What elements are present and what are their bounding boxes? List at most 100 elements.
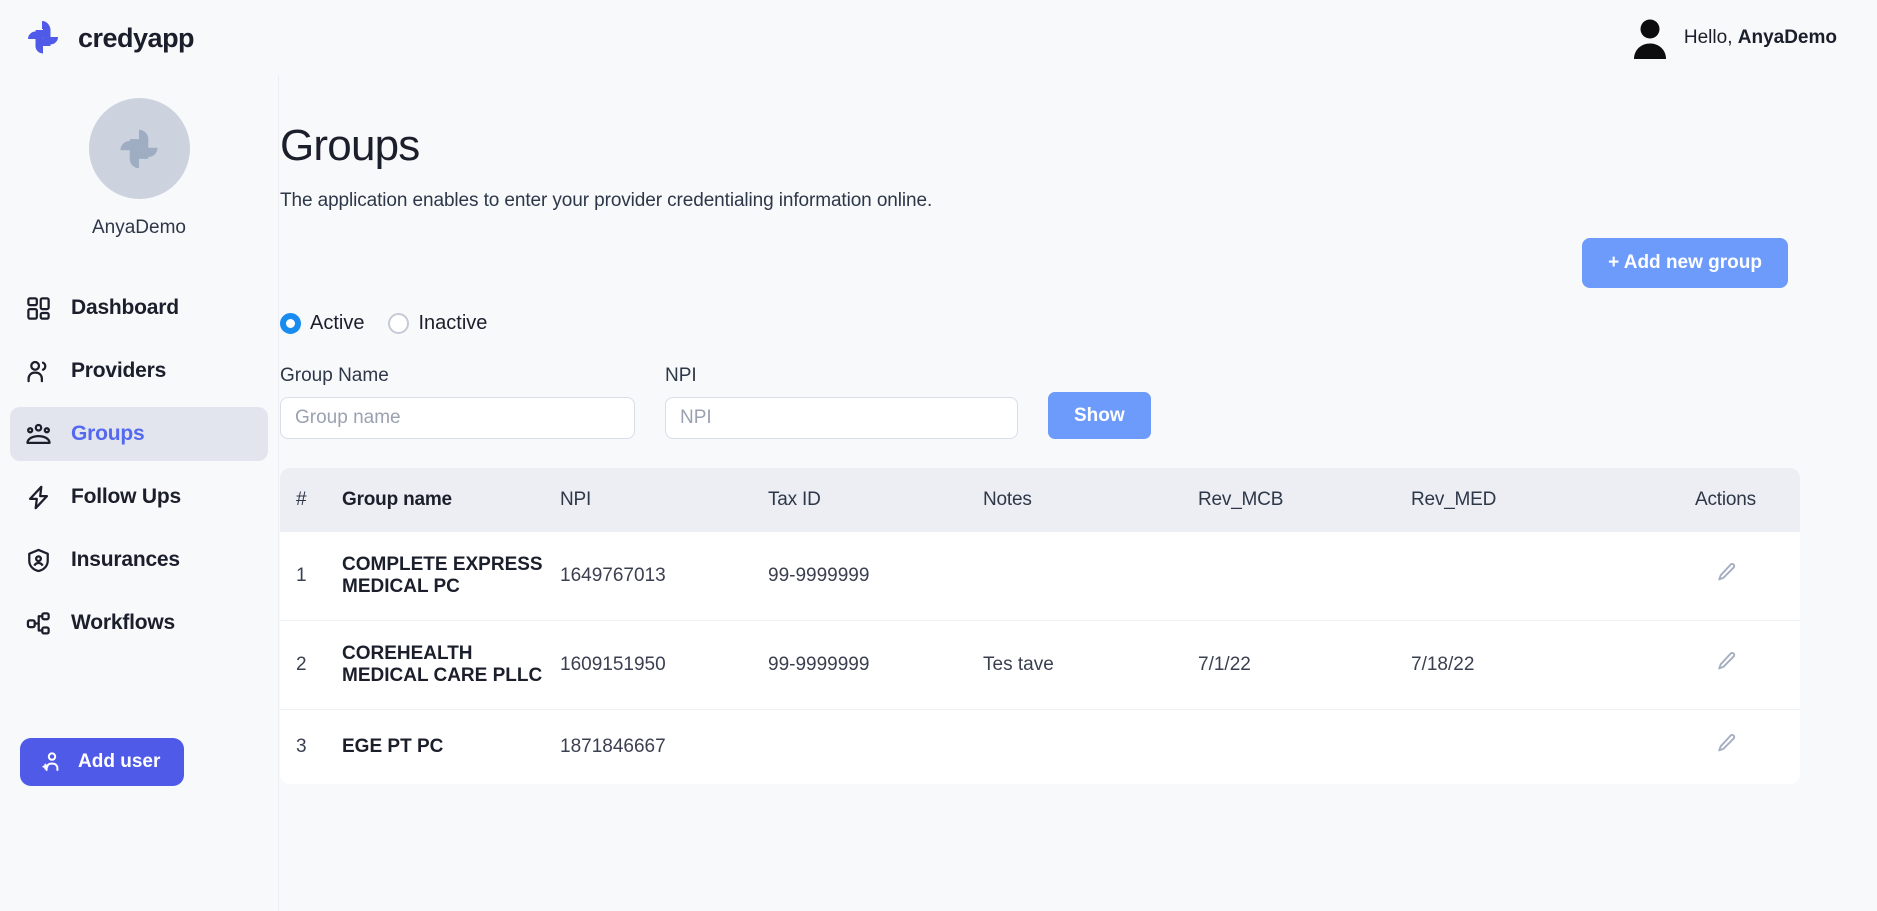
table-body: 1 COMPLETE EXPRESS MEDICAL PC 1649767013… (280, 532, 1800, 784)
cell-notes: Tes tave (983, 620, 1198, 710)
col-actions: Actions (1651, 468, 1800, 532)
user-greeting[interactable]: Hello, AnyaDemo (1632, 17, 1877, 59)
cell-index: 1 (280, 532, 342, 621)
sidebar-item-label: Workflows (71, 611, 175, 634)
greeting-username: AnyaDemo (1737, 27, 1837, 48)
cell-actions (1651, 620, 1800, 710)
show-button[interactable]: Show (1048, 392, 1151, 439)
sidebar-item-providers[interactable]: Providers (10, 344, 268, 398)
cell-tax-id: 99-9999999 (768, 620, 983, 710)
table-head: # Group name NPI Tax ID Notes Rev_MCB Re… (280, 468, 1800, 532)
cell-group-name: COMPLETE EXPRESS MEDICAL PC (342, 532, 560, 621)
cell-index: 3 (280, 709, 342, 784)
lightning-bolt-icon (25, 484, 52, 511)
col-rev-mcb: Rev_MCB (1198, 468, 1411, 532)
npi-field-wrapper: NPI (665, 365, 1018, 439)
add-user-label: Add user (78, 751, 161, 772)
avatar[interactable] (88, 98, 190, 199)
cell-tax-id: 99-9999999 (768, 532, 983, 621)
credyapp-pinwheel-logo-icon (22, 17, 64, 59)
cell-rev-mcb (1198, 709, 1411, 784)
user-avatar-icon (1632, 17, 1668, 59)
col-rev-med: Rev_MED (1411, 468, 1651, 532)
sidebar-item-label: Follow Ups (71, 485, 181, 508)
add-new-group-row: + Add new group (280, 238, 1833, 288)
top-bar: credyapp Hello, AnyaDemo (0, 0, 1877, 76)
sidebar-item-workflows[interactable]: Workflows (10, 596, 268, 650)
cell-group-name: EGE PT PC (342, 709, 560, 784)
cell-npi: 1649767013 (560, 532, 768, 621)
shield-user-icon (25, 547, 52, 574)
cell-actions (1651, 709, 1800, 784)
sidebar-item-groups[interactable]: Groups (10, 407, 268, 461)
group-name-input[interactable] (280, 397, 635, 439)
sidebar-item-dashboard[interactable]: Dashboard (10, 281, 268, 335)
users-icon (25, 358, 52, 385)
groups-table: # Group name NPI Tax ID Notes Rev_MCB Re… (280, 468, 1800, 784)
greeting-text: Hello, AnyaDemo (1684, 27, 1837, 49)
radio-inactive[interactable]: Inactive (388, 312, 487, 335)
add-user-button[interactable]: Add user (20, 738, 185, 786)
edit-pencil-icon[interactable] (1714, 561, 1738, 585)
cell-rev-mcb (1198, 532, 1411, 621)
table-row: 2 COREHEALTH MEDICAL CARE PLLC 160915195… (280, 620, 1800, 710)
cell-notes (983, 532, 1198, 621)
col-tax-id: Tax ID (768, 468, 983, 532)
cell-rev-mcb: 7/1/22 (1198, 620, 1411, 710)
col-group-name: Group name (342, 468, 560, 532)
sidebar-item-label: Groups (71, 422, 145, 445)
grid-dashboard-icon (25, 295, 52, 322)
cell-npi: 1609151950 (560, 620, 768, 710)
sidebar-item-insurances[interactable]: Insurances (10, 533, 268, 587)
groups-table-card: # Group name NPI Tax ID Notes Rev_MCB Re… (280, 468, 1800, 784)
table-header-row: # Group name NPI Tax ID Notes Rev_MCB Re… (280, 468, 1800, 532)
table-row: 3 EGE PT PC 1871846667 (280, 709, 1800, 784)
main-content: Groups The application enables to enter … (280, 76, 1877, 911)
cell-group-name: COREHEALTH MEDICAL CARE PLLC (342, 620, 560, 710)
sidebar-profile: AnyaDemo (0, 76, 278, 239)
sidebar-item-label: Providers (71, 359, 167, 382)
cell-rev-med: 7/18/22 (1411, 620, 1651, 710)
brand-name: credyapp (78, 22, 195, 53)
npi-input[interactable] (665, 397, 1018, 439)
sidebar: AnyaDemo Dashboard Providers Groups Foll… (0, 76, 279, 911)
sidebar-username: AnyaDemo (92, 217, 186, 238)
cell-notes (983, 709, 1198, 784)
radio-inactive-label: Inactive (418, 312, 488, 334)
add-user-wrapper: Add user (20, 738, 185, 786)
table-row: 1 COMPLETE EXPRESS MEDICAL PC 1649767013… (280, 532, 1800, 621)
col-npi: NPI (560, 468, 768, 532)
radio-mark-icon (280, 313, 301, 334)
cell-index: 2 (280, 620, 342, 710)
group-name-label: Group Name (280, 365, 389, 386)
col-notes: Notes (983, 468, 1198, 532)
group-people-icon (25, 421, 52, 448)
npi-label: NPI (665, 365, 697, 386)
cell-actions (1651, 532, 1800, 621)
edit-pencil-icon[interactable] (1714, 650, 1738, 674)
greeting-prefix: Hello, (1683, 27, 1733, 48)
cell-npi: 1871846667 (560, 709, 768, 784)
radio-active[interactable]: Active (280, 312, 364, 335)
radio-active-label: Active (310, 312, 365, 334)
page-title: Groups (280, 121, 420, 170)
status-filter-group: Active Inactive (280, 312, 1833, 335)
col-index: # (280, 468, 342, 532)
group-name-field-wrapper: Group Name (280, 365, 635, 439)
page-subtitle: The application enables to enter your pr… (280, 190, 933, 211)
add-user-icon (40, 750, 64, 774)
cell-rev-med (1411, 532, 1651, 621)
cell-tax-id (768, 709, 983, 784)
credyapp-pinwheel-avatar-icon (120, 129, 158, 168)
cell-rev-med (1411, 709, 1651, 784)
sidebar-item-follow-ups[interactable]: Follow Ups (10, 470, 268, 524)
radio-mark-icon (388, 313, 410, 334)
edit-pencil-icon[interactable] (1714, 732, 1738, 756)
add-new-group-button[interactable]: + Add new group (1582, 238, 1788, 288)
sidebar-item-label: Insurances (71, 548, 180, 571)
workflow-nodes-icon (25, 610, 52, 637)
sidebar-item-label: Dashboard (71, 296, 179, 319)
sidebar-nav: Dashboard Providers Groups Follow Ups In… (0, 281, 278, 650)
brand-logo-group[interactable]: credyapp (0, 17, 195, 59)
filter-bar: Group Name NPI Show (280, 365, 1833, 439)
